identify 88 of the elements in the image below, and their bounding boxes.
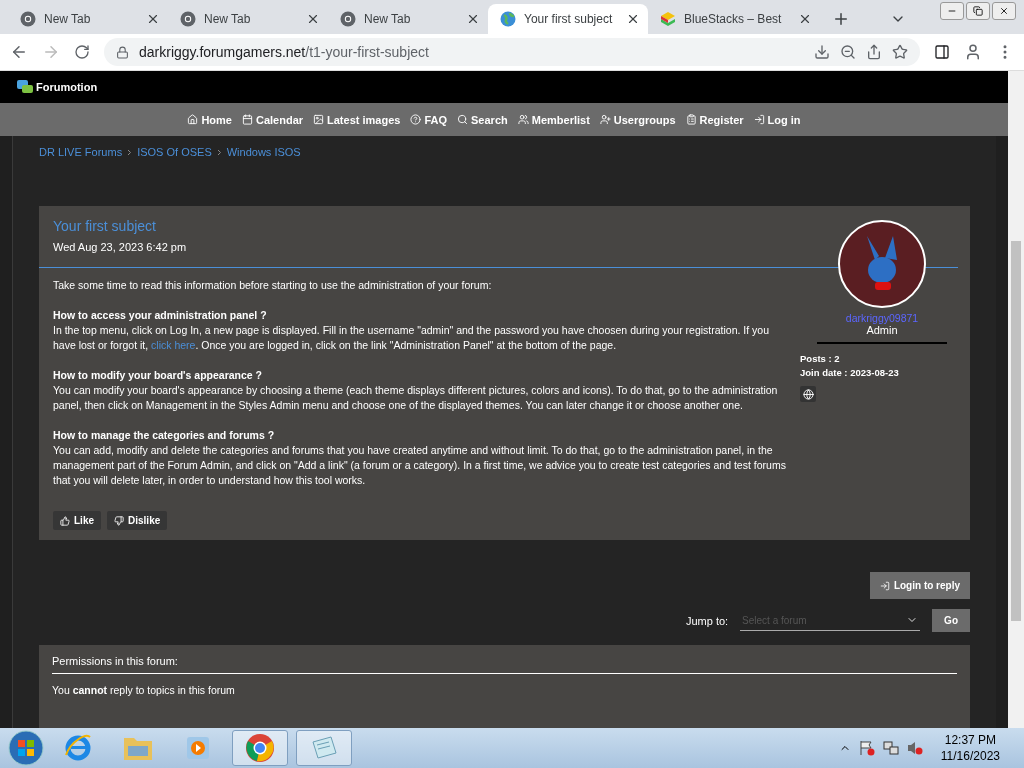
nav-link[interactable]: Usergroups	[599, 113, 676, 126]
install-icon[interactable]	[814, 44, 830, 60]
post-title: Your first subject	[53, 218, 157, 234]
like-button[interactable]: Like	[53, 511, 101, 530]
image-icon	[313, 114, 325, 125]
question-icon	[410, 114, 422, 125]
jump-label: Jump to:	[685, 614, 729, 627]
taskbar-app[interactable]	[232, 730, 288, 766]
clipboard-icon	[685, 114, 697, 125]
thumbs-down-icon	[114, 515, 124, 526]
go-button[interactable]: Go	[932, 609, 970, 632]
house-icon	[187, 114, 199, 125]
browser-tab[interactable]: BlueStacks – Best	[648, 4, 820, 34]
start-orb-icon[interactable]	[8, 730, 44, 766]
network-icon[interactable]	[882, 740, 899, 756]
nav-link[interactable]: FAQ	[410, 113, 448, 126]
nav-link[interactable]: Home	[187, 113, 232, 126]
chevron-right-icon	[127, 148, 133, 156]
close-icon[interactable]	[146, 12, 160, 26]
url-text: darkriggy.forumgamers.net/t1-your-first-subject	[139, 44, 429, 60]
login-to-reply-button[interactable]: Login to reply	[869, 572, 970, 599]
scrollbar[interactable]	[1008, 71, 1024, 728]
search-icon	[457, 114, 469, 125]
close-window-button[interactable]	[992, 2, 1016, 20]
section-heading: How to modify your board's appearance ?	[53, 368, 264, 383]
browser-tab[interactable]: New Tab	[168, 4, 328, 34]
share-icon[interactable]	[866, 44, 882, 60]
browser-e-icon[interactable]	[63, 733, 93, 763]
browser-tab[interactable]: New Tab	[328, 4, 488, 34]
close-icon[interactable]	[466, 12, 480, 26]
people-icon	[517, 114, 529, 125]
breadcrumb-link[interactable]: Windows ISOS	[226, 146, 301, 158]
calendar-icon	[241, 114, 253, 125]
thumbs-up-icon	[60, 515, 70, 526]
permissions-text: You cannot reply to topics in this forum	[52, 684, 236, 696]
close-icon[interactable]	[306, 12, 320, 26]
permissions-title: Permissions in this forum:	[52, 655, 957, 674]
user-role: Admin	[866, 324, 898, 336]
user-stat: Join date : 2023-08-23	[800, 366, 899, 380]
close-icon[interactable]	[626, 12, 640, 26]
nav-link[interactable]: Search	[457, 113, 508, 126]
profile-icon[interactable]	[964, 43, 982, 61]
stacked-layers-icon	[660, 11, 676, 27]
reload-icon[interactable]	[74, 44, 90, 60]
post-paragraph: Take some time to read this information before starting to use the administration of your forum:	[53, 278, 493, 293]
globe-icon	[500, 11, 516, 27]
dislike-button[interactable]: Dislike	[107, 511, 168, 530]
new-tab-icon[interactable]	[832, 10, 850, 28]
close-icon	[999, 6, 1009, 16]
muted-speaker-icon[interactable]	[906, 740, 923, 756]
section-heading: How to access your administration panel ?	[53, 308, 268, 323]
browser-tab[interactable]: Your first subject	[488, 4, 648, 34]
chrome-icon	[20, 11, 36, 27]
post-paragraph: In the top menu, click on Log In, a new page is displayed. Fill in the username "admin" and the password you have choosen during your registration. If you have lost or forgot it, click here. Once you are logged in, click on the link "Administration Panel" at the bottom of the page.	[53, 323, 771, 353]
chrome-icon	[340, 11, 356, 27]
post-paragraph: You can add, modify and delete the categories and forums that you have created anytime and without limit. To do that, go to the administration panel, in the management part of the Forum Admin, and click on "Add a link" (a forum or a category). In a first time, we advice you to create test categories and test forums that you will delete later, in order to understand how this tool works.	[53, 443, 787, 488]
address-bar[interactable]: darkriggy.forumgamers.net/t1-your-first-subject	[104, 38, 920, 66]
chrome-icon	[180, 11, 196, 27]
login-icon	[879, 580, 890, 591]
browser-tab[interactable]: New Tab	[8, 4, 168, 34]
flag-icon[interactable]	[858, 740, 875, 756]
user-stat: Posts : 2	[800, 352, 840, 366]
chevron-right-icon	[216, 148, 222, 156]
nav-link[interactable]: Memberlist	[517, 113, 590, 126]
globe-icon[interactable]	[800, 386, 816, 402]
speech-bubbles-icon	[17, 79, 33, 95]
nav-link[interactable]: Register	[685, 113, 744, 126]
section-heading: How to manage the categories and forums ?	[53, 428, 276, 443]
zoom-out-icon[interactable]	[840, 44, 856, 60]
login-icon	[753, 114, 765, 125]
close-icon[interactable]	[798, 12, 812, 26]
clock[interactable]: 12:37 PM 11/16/2023	[940, 732, 1000, 764]
post-paragraph: You can modify your board's appearance by choosing a theme (each theme displays different pictures, colors and icons). To do that, go to the administration panel, then click on Management in the Styles Admin menu and choose one of the displayed themes. You can later change it or choose another one.	[53, 383, 779, 413]
lock-icon	[116, 45, 129, 59]
restore-button[interactable]	[966, 2, 990, 20]
nav-link[interactable]: Log in	[753, 113, 801, 126]
people-icon	[599, 114, 611, 125]
post-date: Wed Aug 23, 2023 6:42 pm	[53, 241, 188, 253]
nav-link[interactable]: Latest images	[313, 113, 401, 126]
breadcrumb-link[interactable]: DR LIVE Forums	[39, 146, 123, 158]
restore-icon	[973, 6, 983, 16]
nav-link[interactable]: Calendar	[241, 113, 304, 126]
side-panel-icon[interactable]	[934, 44, 950, 60]
star-icon[interactable]	[892, 44, 908, 60]
back-icon[interactable]	[10, 43, 28, 61]
brand-name: Forumotion	[36, 81, 98, 93]
breadcrumb-link[interactable]: ISOS Of OSES	[137, 146, 212, 158]
chrome-icon[interactable]	[245, 733, 275, 763]
